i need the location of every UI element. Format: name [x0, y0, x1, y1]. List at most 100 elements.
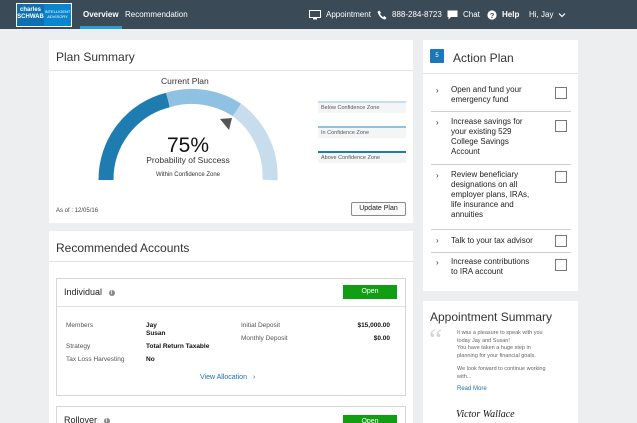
initial-deposit-value: $15,000.00: [357, 322, 390, 329]
as-of-date: As of : 12/05/16: [56, 208, 99, 214]
read-more-link[interactable]: Read More: [457, 386, 487, 392]
chevron-down-icon: [559, 12, 566, 17]
chat-label: Chat: [463, 10, 480, 19]
appointment-label: Appointment: [326, 10, 371, 19]
action-item-line: College Savings: [451, 137, 509, 146]
advisor-signature: Victor Wallace: [456, 409, 515, 420]
view-allocation-link[interactable]: View Allocation ›: [200, 374, 255, 381]
action-item-line: employer plans, IRAs,: [451, 190, 530, 199]
action-item-line: Increase savings for: [451, 117, 523, 126]
strategy-label: Strategy: [66, 343, 91, 350]
action-item-line: emergency fund: [451, 95, 509, 104]
action-item[interactable]: › Increase savings for your existing 529…: [431, 113, 571, 165]
legend-in-zone: In Confidence Zone: [318, 126, 406, 138]
appointment-summary-title: Appointment Summary: [430, 310, 553, 324]
legend-above-zone: Above Confidence Zone: [318, 151, 406, 163]
member-1: Jay: [146, 322, 157, 329]
members-label: Members: [66, 322, 94, 329]
logo-sub-2: ADVISORY: [47, 14, 68, 19]
divider: [49, 261, 413, 262]
help-icon: ?: [487, 9, 497, 19]
svg-text:?: ?: [490, 10, 495, 19]
info-icon[interactable]: i: [108, 290, 115, 296]
schwab-logo[interactable]: charles SCHWAB INTELLIGENT ADVISORY: [16, 3, 72, 27]
divider: [423, 73, 578, 74]
action-item-line: to IRA account: [451, 267, 504, 276]
action-item-text: Talk to your tax advisor: [451, 236, 555, 246]
open-account-button[interactable]: Open: [343, 285, 397, 299]
action-checkbox[interactable]: [555, 235, 567, 247]
update-plan-button[interactable]: Update Plan: [351, 202, 406, 216]
action-item[interactable]: › Open and fund your emergency fund: [431, 83, 571, 112]
phone-link[interactable]: 888-284-8723: [377, 0, 442, 29]
quote-icon: “: [429, 323, 443, 356]
top-nav-bar: charles SCHWAB INTELLIGENT ADVISORY Over…: [0, 0, 637, 29]
appointment-message: It was a pleasure to speak with you toda…: [457, 330, 569, 381]
action-item-text: Review beneficiary designations on all e…: [451, 170, 551, 220]
message-line: You have taken a huge step in: [457, 345, 531, 351]
action-item-line: Account: [451, 147, 480, 156]
action-plan-title: Action Plan: [453, 51, 514, 65]
message-line: It was a pleasure to speak with you: [457, 330, 543, 336]
logo-wordmark: charles SCHWAB: [17, 4, 44, 26]
action-item[interactable]: › Review beneficiary designations on all…: [431, 166, 571, 230]
phone-icon: [377, 10, 387, 19]
account-name-label: Rollover: [64, 415, 98, 423]
legend-below-zone-label: Below Confidence Zone: [321, 105, 380, 111]
info-icon[interactable]: i: [103, 418, 110, 423]
monthly-deposit-value: $0.00: [373, 335, 390, 342]
divider: [49, 70, 413, 71]
plan-summary-title: Plan Summary: [56, 50, 135, 64]
gauge-in-zone-arc: [165, 88, 242, 117]
action-item-line: annuities: [451, 210, 484, 219]
action-item[interactable]: › Increase contributions to IRA account: [431, 254, 571, 284]
action-checkbox[interactable]: [555, 120, 567, 132]
view-allocation-label: View Allocation: [200, 374, 247, 381]
user-greeting: Hi, Jay: [529, 10, 554, 19]
tab-recommendation[interactable]: Recommendation: [125, 0, 188, 29]
message-line: We look forward to continue working: [457, 366, 546, 372]
action-item-line: Talk to your tax advisor: [451, 236, 533, 245]
help-link[interactable]: ? Help: [487, 0, 519, 29]
account-name: Rollover i: [64, 415, 110, 423]
gauge-below-zone-arc: [232, 103, 278, 181]
gauge-needle-icon: [220, 118, 232, 130]
action-count-badge: 5: [430, 49, 444, 63]
action-item[interactable]: › Talk to your tax advisor: [431, 231, 571, 253]
monthly-deposit-label: Monthly Deposit: [241, 335, 288, 342]
tab-overview[interactable]: Overview: [80, 0, 122, 29]
logo-line-2: SCHWAB: [17, 14, 44, 20]
legend-below-zone: Below Confidence Zone: [318, 101, 406, 113]
tax-loss-harvesting-value: No: [146, 356, 155, 363]
action-checkbox[interactable]: [555, 87, 567, 99]
message-line: with...: [457, 373, 472, 380]
chevron-right-icon: ›: [436, 171, 439, 180]
logo-line-1: charles: [19, 7, 41, 13]
action-checkbox[interactable]: [555, 171, 567, 183]
account-name-label: Individual: [64, 287, 103, 297]
user-menu[interactable]: Hi, Jay: [529, 0, 566, 29]
logo-subtitle: INTELLIGENT ADVISORY: [44, 4, 71, 26]
action-item-line: Increase contributions: [451, 257, 530, 266]
action-checkbox[interactable]: [555, 259, 567, 271]
chevron-right-icon: ›: [436, 86, 439, 95]
action-item-line: your existing 529: [451, 127, 512, 136]
open-account-button[interactable]: Open: [343, 415, 397, 423]
initial-deposit-label: Initial Deposit: [241, 322, 281, 329]
confidence-zone-status: Within Confidence Zone: [155, 172, 221, 178]
action-item-line: Open and fund your: [451, 85, 522, 94]
action-item-line: Review beneficiary: [451, 170, 519, 179]
divider: [57, 306, 405, 307]
tax-loss-harvesting-label: Tax Loss Harvesting: [66, 356, 125, 363]
current-plan-label: Current Plan: [161, 76, 209, 86]
strategy-value: Total Return Taxable: [146, 343, 210, 350]
account-name: Individual i: [64, 287, 115, 297]
action-item-line: designations on all: [451, 180, 518, 189]
chat-link[interactable]: Chat: [447, 0, 480, 29]
appointment-link[interactable]: Appointment: [309, 0, 371, 29]
member-2: Susan: [146, 330, 166, 337]
chevron-right-icon: ›: [436, 258, 439, 267]
chevron-right-icon: ›: [436, 236, 439, 245]
recommended-accounts-title: Recommended Accounts: [56, 241, 190, 255]
monitor-icon: [309, 9, 321, 19]
